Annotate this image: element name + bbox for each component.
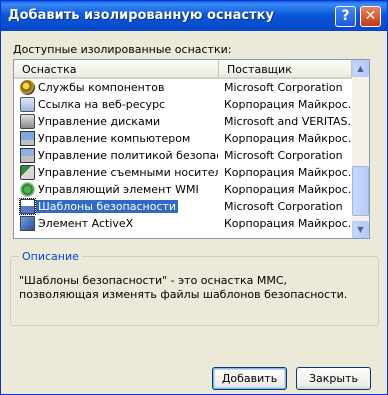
- add-snapin-dialog: Добавить изолированную оснастку ? ✕ Дост…: [0, 0, 388, 395]
- title-bar[interactable]: Добавить изолированную оснастку ? ✕: [1, 1, 387, 31]
- snapin-vendor: Microsoft Corporation: [224, 81, 343, 94]
- list-item[interactable]: Управляющий элемент WMI Корпорация Майкро…: [14, 181, 351, 198]
- list-item[interactable]: Управление дисками Microsoft and VERITAS.…: [14, 113, 351, 130]
- snapin-vendor: Корпорация Майкрос...: [224, 166, 350, 179]
- list-item[interactable]: Управление политикой безопас... Microsoft…: [14, 147, 351, 164]
- removable-storage-icon: [20, 165, 35, 180]
- snapin-vendor: Корпорация Майкрос...: [224, 217, 350, 230]
- close-window-button[interactable]: ✕: [360, 6, 381, 27]
- disk-management-icon: [20, 114, 35, 129]
- snapin-vendor: Microsoft Corporation: [224, 149, 343, 162]
- snapin-name: Управление политикой безопас...: [38, 149, 218, 162]
- snapins-list[interactable]: Оснастка Поставщик Службы компонентов Mic…: [13, 59, 370, 239]
- snapin-name: Управление компьютером: [38, 132, 191, 145]
- snapin-vendor: Корпорация Майкрос...: [224, 183, 350, 196]
- snapin-vendor: Корпорация Майкрос...: [224, 132, 350, 145]
- snapin-name: Шаблоны безопасности: [36, 200, 179, 213]
- column-header-vendor[interactable]: Поставщик: [219, 60, 352, 79]
- list-item[interactable]: Управление компьютером Корпорация Майкрос…: [14, 130, 351, 147]
- list-item[interactable]: Ссылка на веб-ресурс Корпорация Майкрос..…: [14, 96, 351, 113]
- scroll-thumb[interactable]: [352, 166, 369, 216]
- close-button[interactable]: Закрыть: [296, 367, 371, 390]
- help-button[interactable]: ?: [335, 6, 356, 27]
- activex-control-icon: [20, 216, 35, 231]
- description-group: Описание "Шаблоны безопасности" - это ос…: [10, 250, 379, 326]
- snapin-name: Службы компонентов: [38, 81, 165, 94]
- list-item[interactable]: Управление съемными носител... Корпорация…: [14, 164, 351, 181]
- available-snapins-label: Доступные изолированные оснастки:: [13, 43, 232, 56]
- snapin-name: Элемент ActiveX: [38, 217, 134, 230]
- security-policy-icon: [20, 148, 35, 163]
- snapin-vendor: Microsoft and VERITAS...: [224, 115, 350, 128]
- list-item[interactable]: Шаблоны безопасности Microsoft Corporatio…: [14, 198, 351, 215]
- security-templates-icon: [19, 198, 36, 215]
- scroll-up-button[interactable]: ▲: [352, 60, 369, 77]
- snapin-name: Ссылка на веб-ресурс: [38, 98, 166, 111]
- snapin-vendor: Microsoft Corporation: [224, 200, 343, 213]
- vertical-scrollbar[interactable]: ▲ ▼: [352, 60, 369, 238]
- snapin-name: Управление дисками: [38, 115, 161, 128]
- list-item[interactable]: Службы компонентов Microsoft Corporation: [14, 79, 351, 96]
- computer-management-icon: [20, 131, 35, 146]
- snapin-name: Управляющий элемент WMI: [38, 183, 199, 196]
- web-link-icon: [20, 97, 35, 112]
- add-button[interactable]: Добавить: [212, 367, 287, 390]
- scroll-down-button[interactable]: ▼: [352, 221, 369, 238]
- description-text: "Шаблоны безопасности" - это оснастка MM…: [19, 274, 348, 301]
- description-title: Описание: [19, 250, 82, 263]
- wmi-control-icon: [20, 182, 35, 197]
- list-item[interactable]: Элемент ActiveX Корпорация Майкрос...: [14, 215, 351, 232]
- snapin-name: Управление съемными носител...: [38, 166, 218, 179]
- snapin-vendor: Корпорация Майкрос...: [224, 98, 350, 111]
- window-title: Добавить изолированную оснастку: [8, 8, 274, 23]
- column-header-snapin[interactable]: Оснастка: [14, 60, 219, 79]
- component-services-icon: [20, 80, 35, 95]
